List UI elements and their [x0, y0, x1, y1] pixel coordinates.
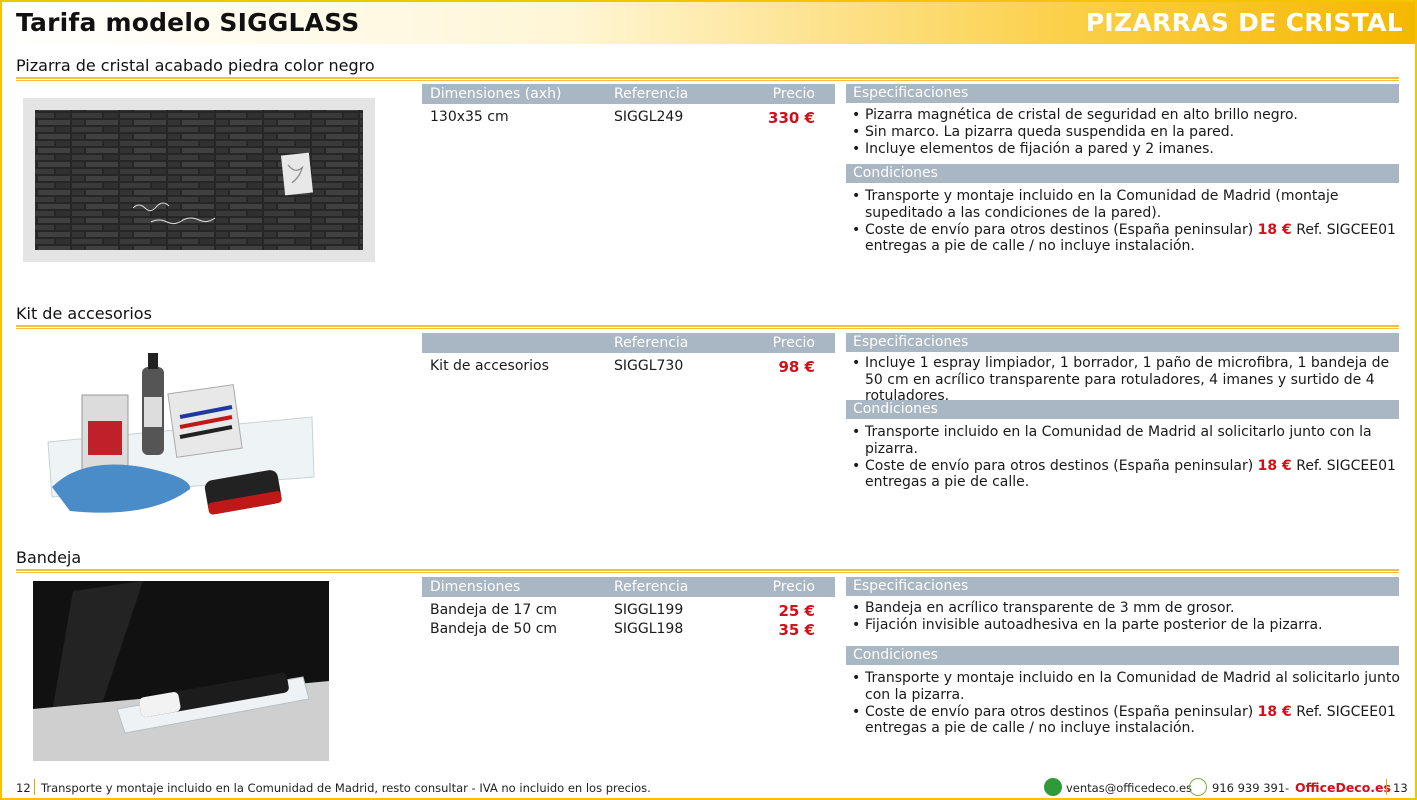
- row-reference: SIGGL198: [614, 621, 684, 637]
- table-row: 130x35 cm SIGGL249 330 €: [422, 109, 835, 129]
- row-price: 25 €: [778, 602, 815, 620]
- row-dimensions: Bandeja de 50 cm: [430, 621, 558, 637]
- condition-text: Coste de envío para otros destinos (Espa…: [865, 457, 1258, 474]
- col-dimensions: Dimensiones (axh): [430, 86, 562, 102]
- product-image-glass-board: [23, 98, 375, 262]
- specs-header: Especificaciones: [846, 84, 1399, 103]
- list-item: Coste de envío para otros destinos (Espa…: [852, 458, 1400, 491]
- footer-dash: -: [1285, 781, 1290, 795]
- list-item: Incluye elementos de fijación a pared y …: [852, 141, 1400, 158]
- section-rule: [16, 325, 1399, 329]
- phone-number[interactable]: 916 939 391: [1212, 781, 1285, 795]
- section-title: Bandeja: [16, 548, 82, 567]
- list-item: Sin marco. La pizarra queda suspendida e…: [852, 124, 1400, 141]
- section-title: Kit de accesorios: [16, 304, 152, 323]
- list-item: Transporte incluido en la Comunidad de M…: [852, 424, 1400, 457]
- brand-link[interactable]: OfficeDeco.es: [1295, 780, 1391, 795]
- conditions-list: Transporte y montaje incluido en la Comu…: [852, 188, 1400, 255]
- conditions-header: Condiciones: [846, 164, 1399, 183]
- footer-note: Transporte y montaje incluido en la Comu…: [41, 781, 651, 795]
- shipping-price: 18 €: [1257, 221, 1292, 238]
- specs-header: Especificaciones: [846, 577, 1399, 596]
- product-image-accessory-kit: [42, 347, 320, 522]
- section-rule: [16, 77, 1399, 81]
- col-reference: Referencia: [614, 579, 689, 595]
- table-row: Kit de accesorios SIGGL730 98 €: [422, 358, 835, 378]
- conditions-header: Condiciones: [846, 646, 1399, 665]
- col-reference: Referencia: [614, 335, 689, 351]
- list-item: Coste de envío para otros destinos (Espa…: [852, 222, 1400, 255]
- row-price: 98 €: [778, 358, 815, 376]
- row-reference: SIGGL249: [614, 109, 684, 125]
- page-number-left: 12: [16, 781, 31, 795]
- list-item: Bandeja en acrílico transparente de 3 mm…: [852, 600, 1400, 617]
- col-reference: Referencia: [614, 86, 689, 102]
- row-dimensions: Bandeja de 17 cm: [430, 602, 558, 618]
- price-table-header: Dimensiones Referencia Precio: [422, 577, 835, 597]
- row-dimensions: Kit de accesorios: [430, 358, 549, 374]
- col-price: Precio: [772, 335, 815, 351]
- specs-header: Especificaciones: [846, 333, 1399, 352]
- specs-list: Bandeja en acrílico transparente de 3 mm…: [852, 600, 1400, 634]
- specs-list: Pizarra magnética de cristal de segurida…: [852, 107, 1400, 158]
- conditions-list: Transporte incluido en la Comunidad de M…: [852, 424, 1400, 491]
- phone-icon: [1189, 778, 1207, 796]
- email-icon: [1044, 778, 1062, 796]
- shipping-price: 18 €: [1257, 703, 1292, 720]
- row-price: 35 €: [778, 621, 815, 639]
- table-row: Bandeja de 17 cm SIGGL199 25 €: [422, 602, 835, 622]
- page-number-right: 13: [1393, 781, 1408, 795]
- col-price: Precio: [772, 579, 815, 595]
- price-table-header: Referencia Precio: [422, 333, 835, 353]
- section-title: Pizarra de cristal acabado piedra color …: [16, 56, 375, 75]
- list-item: Fijación invisible autoadhesiva en la pa…: [852, 617, 1400, 634]
- product-image-tray: [33, 581, 329, 761]
- col-price: Precio: [772, 86, 815, 102]
- table-row: Bandeja de 50 cm SIGGL198 35 €: [422, 621, 835, 641]
- row-reference: SIGGL730: [614, 358, 684, 374]
- list-item: Transporte y montaje incluido en la Comu…: [852, 188, 1400, 221]
- page-header: Tarifa modelo SIGGLASS PIZARRAS DE CRIST…: [2, 2, 1415, 44]
- list-item: Incluye 1 espray limpiador, 1 borrador, …: [852, 355, 1400, 405]
- footer-divider: [1386, 779, 1387, 795]
- row-reference: SIGGL199: [614, 602, 684, 618]
- specs-list: Incluye 1 espray limpiador, 1 borrador, …: [852, 355, 1400, 405]
- row-dimensions: 130x35 cm: [430, 109, 509, 125]
- condition-text: Coste de envío para otros destinos (Espa…: [865, 221, 1258, 238]
- conditions-list: Transporte y montaje incluido en la Comu…: [852, 670, 1400, 737]
- price-table-header: Dimensiones (axh) Referencia Precio: [422, 84, 835, 104]
- catalog-page: Tarifa modelo SIGGLASS PIZARRAS DE CRIST…: [0, 0, 1417, 800]
- list-item: Transporte y montaje incluido en la Comu…: [852, 670, 1400, 703]
- section-rule: [16, 569, 1399, 573]
- condition-text: Coste de envío para otros destinos (Espa…: [865, 703, 1258, 720]
- page-title: Tarifa modelo SIGGLASS: [16, 8, 360, 37]
- page-footer: 12 Transporte y montaje incluido en la C…: [2, 776, 1415, 798]
- footer-divider: [34, 779, 35, 795]
- row-price: 330 €: [768, 109, 815, 127]
- list-item: Pizarra magnética de cristal de segurida…: [852, 107, 1400, 124]
- col-dimensions: Dimensiones: [430, 579, 521, 595]
- conditions-header: Condiciones: [846, 400, 1399, 419]
- list-item: Coste de envío para otros destinos (Espa…: [852, 704, 1400, 737]
- email-link[interactable]: ventas@officedeco.es: [1066, 781, 1192, 795]
- category-title: PIZARRAS DE CRISTAL: [1085, 8, 1403, 37]
- shipping-price: 18 €: [1257, 457, 1292, 474]
